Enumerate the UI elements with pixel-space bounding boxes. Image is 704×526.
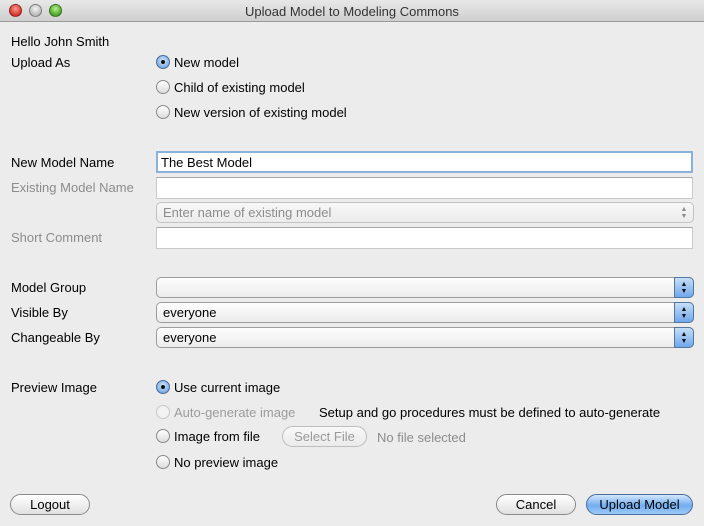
file-status-text: No file selected: [377, 430, 466, 445]
logout-button[interactable]: Logout: [10, 494, 90, 515]
radio-auto-generate-image[interactable]: Auto-generate image: [156, 403, 295, 421]
changeable-by-label: Changeable By: [11, 330, 100, 345]
radio-use-current-image[interactable]: Use current image: [156, 378, 280, 396]
radio-label: New model: [174, 54, 240, 70]
model-group-label: Model Group: [11, 280, 87, 295]
preview-image-label: Preview Image: [11, 380, 97, 395]
select-file-button[interactable]: Select File: [282, 426, 367, 447]
radio-button-icon: [156, 55, 170, 69]
auto-generate-note: Setup and go procedures must be defined …: [319, 405, 661, 420]
up-down-arrows-icon: ▲ ▼: [674, 277, 694, 298]
radio-label: Use current image: [174, 379, 281, 395]
window-title: Upload Model to Modeling Commons: [245, 4, 459, 19]
up-down-arrows-icon: ▲ ▼: [674, 302, 694, 323]
radio-button-icon: [156, 405, 170, 419]
short-comment-label: Short Comment: [11, 230, 103, 245]
radio-child-of-existing-model[interactable]: Child of existing model: [156, 78, 305, 96]
visible-by-select[interactable]: everyone ▲ ▼: [156, 302, 694, 323]
upload-as-label: Upload As: [11, 55, 71, 70]
radio-label: New version of existing model: [174, 104, 347, 120]
radio-label: Auto-generate image: [174, 404, 296, 420]
radio-button-icon: [156, 80, 170, 94]
visible-by-value: everyone: [163, 305, 217, 320]
radio-label: Image from file: [174, 428, 260, 444]
radio-new-model[interactable]: New model: [156, 53, 239, 71]
cancel-button[interactable]: Cancel: [496, 494, 576, 515]
radio-button-icon: [156, 429, 170, 443]
radio-label: Child of existing model: [174, 79, 305, 95]
radio-no-preview-image[interactable]: No preview image: [156, 453, 278, 471]
changeable-by-select[interactable]: everyone ▲ ▼: [156, 327, 694, 348]
up-down-arrows-icon: ▲ ▼: [680, 205, 688, 220]
new-model-name-label: New Model Name: [11, 155, 115, 170]
new-model-name-input[interactable]: [156, 151, 693, 173]
up-down-arrows-icon: ▲ ▼: [674, 327, 694, 348]
short-comment-input[interactable]: [156, 227, 693, 249]
radio-button-icon: [156, 455, 170, 469]
existing-model-combo-placeholder: Enter name of existing model: [163, 205, 332, 220]
radio-button-icon: [156, 380, 170, 394]
model-group-select[interactable]: ▲ ▼: [156, 277, 694, 298]
radio-button-icon: [156, 105, 170, 119]
existing-model-name-label: Existing Model Name: [11, 180, 134, 195]
visible-by-label: Visible By: [11, 305, 68, 320]
radio-label: No preview image: [174, 454, 279, 470]
upload-model-button[interactable]: Upload Model: [586, 494, 693, 515]
title-bar: Upload Model to Modeling Commons: [0, 0, 704, 22]
greeting-text: Hello John Smith: [11, 34, 110, 49]
radio-image-from-file[interactable]: Image from file: [156, 427, 260, 445]
changeable-by-value: everyone: [163, 330, 217, 345]
radio-new-version-of-existing-model[interactable]: New version of existing model: [156, 103, 347, 121]
existing-model-name-input[interactable]: [156, 177, 693, 199]
existing-model-combo[interactable]: Enter name of existing model ▲ ▼: [156, 202, 694, 223]
